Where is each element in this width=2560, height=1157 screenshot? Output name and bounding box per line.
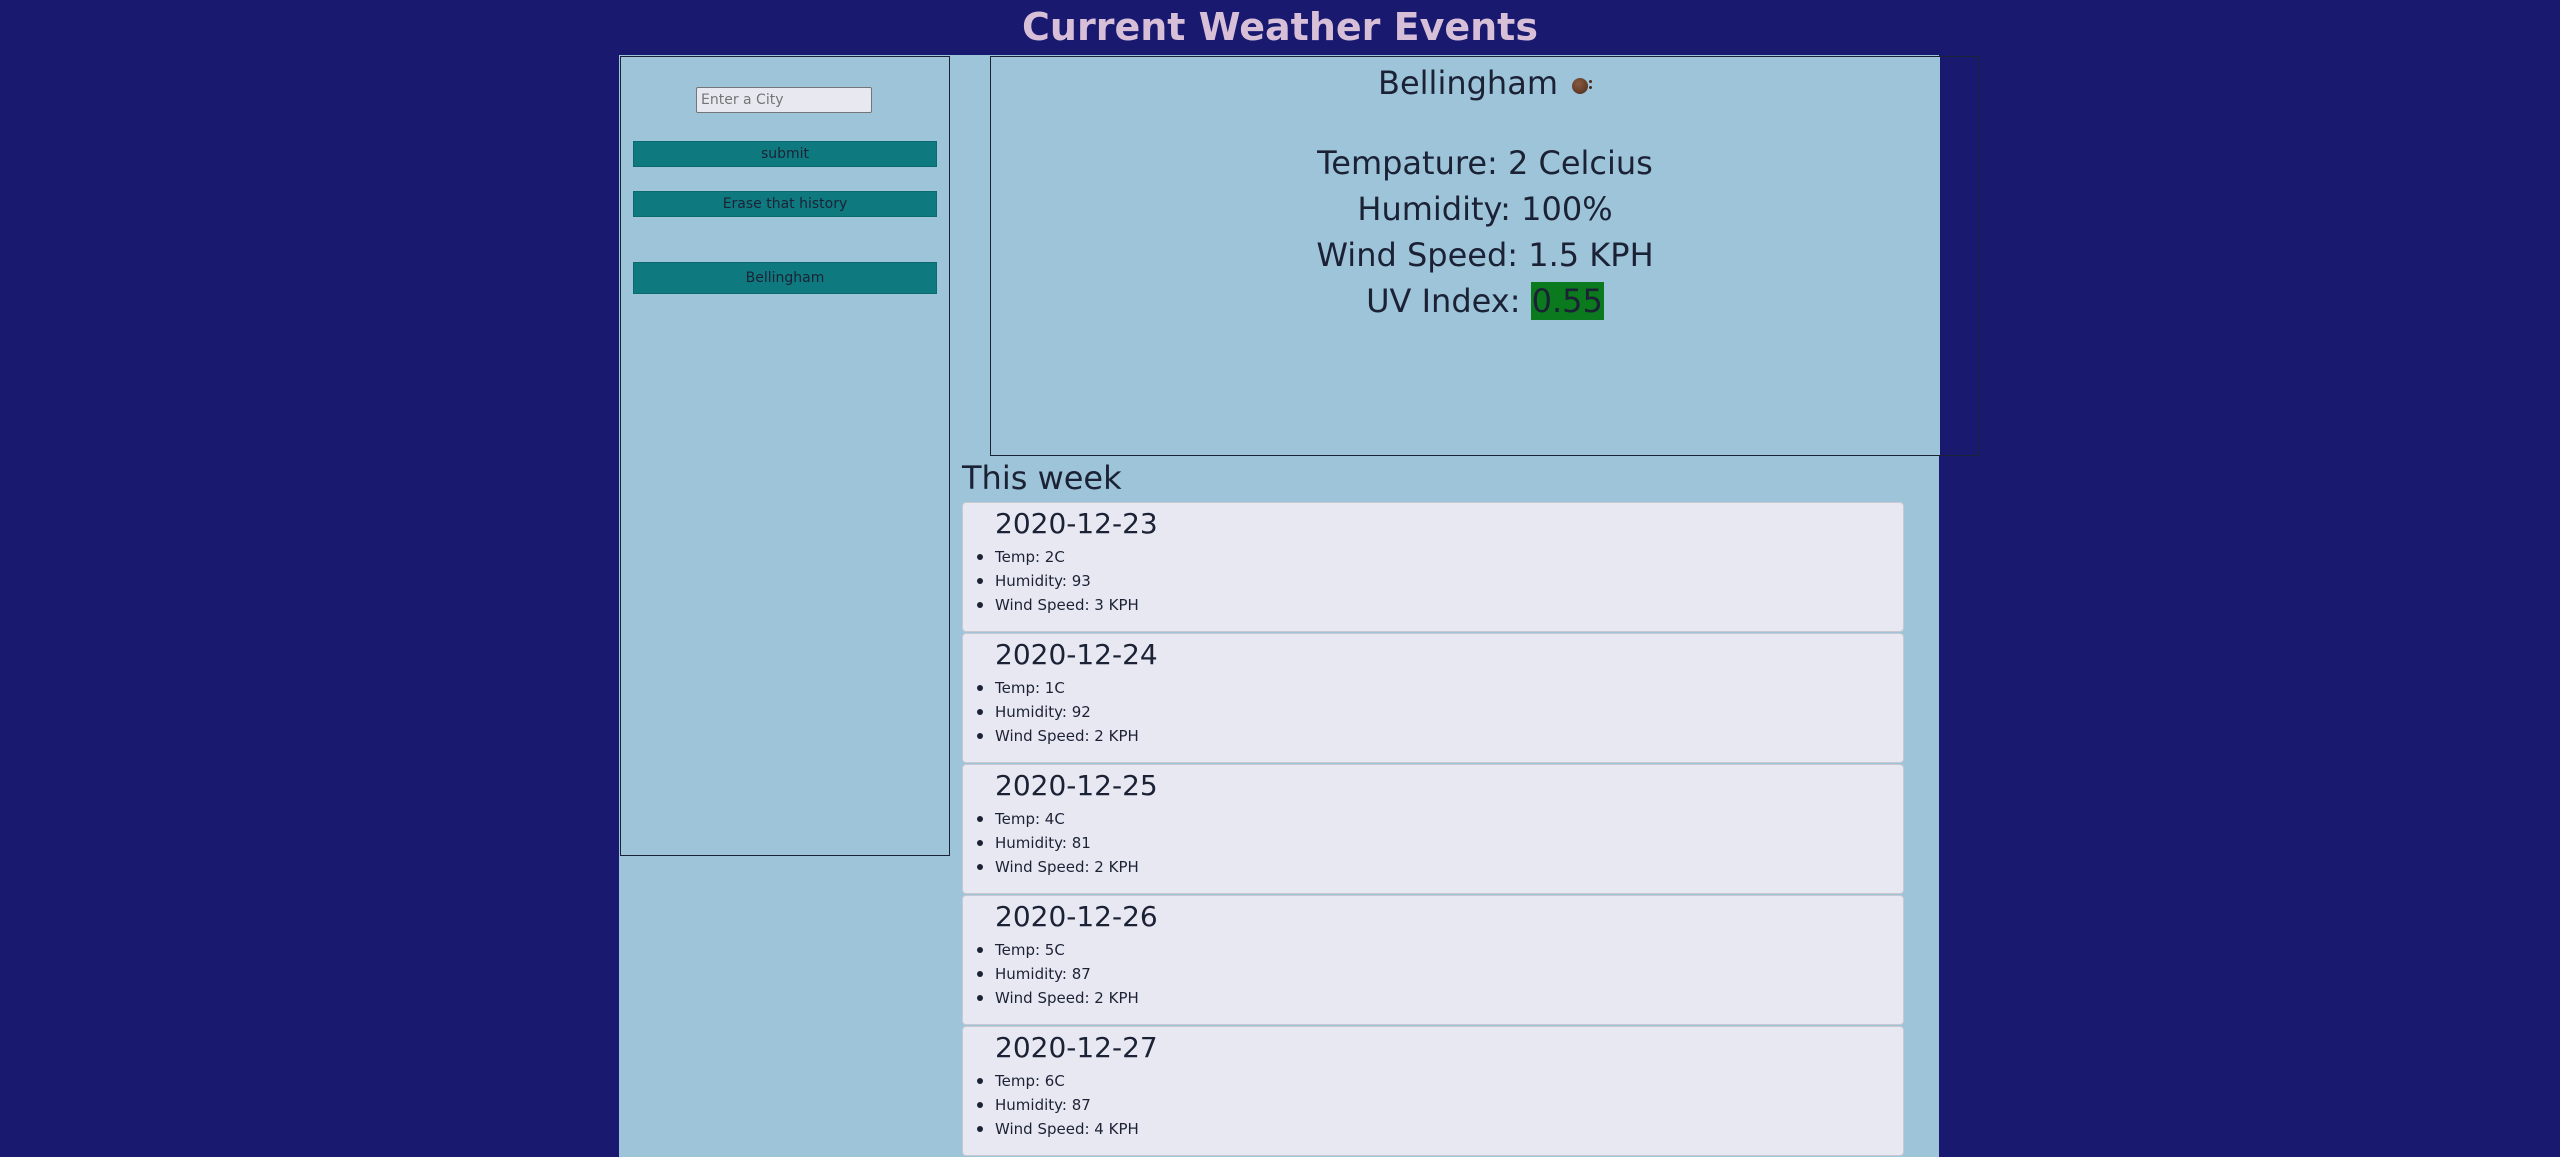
forecast-card: 2020-12-27 Temp: 6C Humidity: 87 Wind Sp… [962, 1026, 1904, 1156]
forecast-date: 2020-12-25 [995, 769, 1158, 802]
forecast-temp: Temp: 5C [977, 938, 1139, 962]
forecast-wind: Wind Speed: 2 KPH [977, 855, 1139, 879]
forecast-temp: Temp: 4C [977, 807, 1139, 831]
forecast-humidity: Humidity: 87 [977, 962, 1139, 986]
current-humidity: Humidity: 100% [1357, 190, 1613, 228]
forecast-wind: Wind Speed: 2 KPH [977, 986, 1139, 1010]
forecast-date: 2020-12-23 [995, 507, 1158, 540]
forecast-details: Temp: 1C Humidity: 92 Wind Speed: 2 KPH [977, 676, 1139, 748]
forecast-wind: Wind Speed: 3 KPH [977, 593, 1139, 617]
erase-history-button[interactable]: Erase that history [633, 191, 937, 217]
forecast-humidity: Humidity: 92 [977, 700, 1139, 724]
current-wind-speed: Wind Speed: 1.5 KPH [1316, 236, 1654, 274]
forecast-humidity: Humidity: 93 [977, 569, 1139, 593]
uv-index-value: 0.55 [1530, 282, 1604, 320]
current-city-name: Bellingham [1378, 64, 1558, 102]
current-city-heading: Bellingham [991, 61, 1979, 105]
forecast-temp: Temp: 6C [977, 1069, 1139, 1093]
forecast-date: 2020-12-27 [995, 1031, 1158, 1064]
current-weather-panel: Bellingham Tempature: 2 Celcius Humidity… [990, 56, 1980, 456]
forecast-card: 2020-12-25 Temp: 4C Humidity: 81 Wind Sp… [962, 764, 1904, 894]
forecast-details: Temp: 2C Humidity: 93 Wind Speed: 3 KPH [977, 545, 1139, 617]
forecast-humidity: Humidity: 87 [977, 1093, 1139, 1117]
forecast-card: 2020-12-23 Temp: 2C Humidity: 93 Wind Sp… [962, 502, 1904, 632]
submit-button[interactable]: submit [633, 141, 937, 167]
history-city-button[interactable]: Bellingham [633, 262, 937, 294]
forecast-card: 2020-12-24 Temp: 1C Humidity: 92 Wind Sp… [962, 633, 1904, 763]
forecast-details: Temp: 6C Humidity: 87 Wind Speed: 4 KPH [977, 1069, 1139, 1141]
forecast-details: Temp: 5C Humidity: 87 Wind Speed: 2 KPH [977, 938, 1139, 1010]
city-search-input[interactable] [696, 87, 872, 113]
forecast-humidity: Humidity: 81 [977, 831, 1139, 855]
sidebar: submit Erase that history Bellingham [620, 56, 950, 856]
forecast-temp: Temp: 2C [977, 545, 1139, 569]
page-title: Current Weather Events [1022, 5, 1538, 49]
forecast-wind: Wind Speed: 2 KPH [977, 724, 1139, 748]
forecast-card: 2020-12-26 Temp: 5C Humidity: 87 Wind Sp… [962, 895, 1904, 1025]
uv-index-label: UV Index: [1366, 282, 1531, 320]
forecast-date: 2020-12-26 [995, 900, 1158, 933]
forecast-details: Temp: 4C Humidity: 81 Wind Speed: 2 KPH [977, 807, 1139, 879]
forecast-wind: Wind Speed: 4 KPH [977, 1117, 1139, 1141]
forecast-date: 2020-12-24 [995, 638, 1158, 671]
current-temperature: Tempature: 2 Celcius [1317, 144, 1653, 182]
current-uv-index: UV Index: 0.55 [991, 278, 1979, 324]
week-heading: This week [962, 459, 1122, 497]
forecast-temp: Temp: 1C [977, 676, 1139, 700]
weather-icon [1570, 74, 1592, 96]
